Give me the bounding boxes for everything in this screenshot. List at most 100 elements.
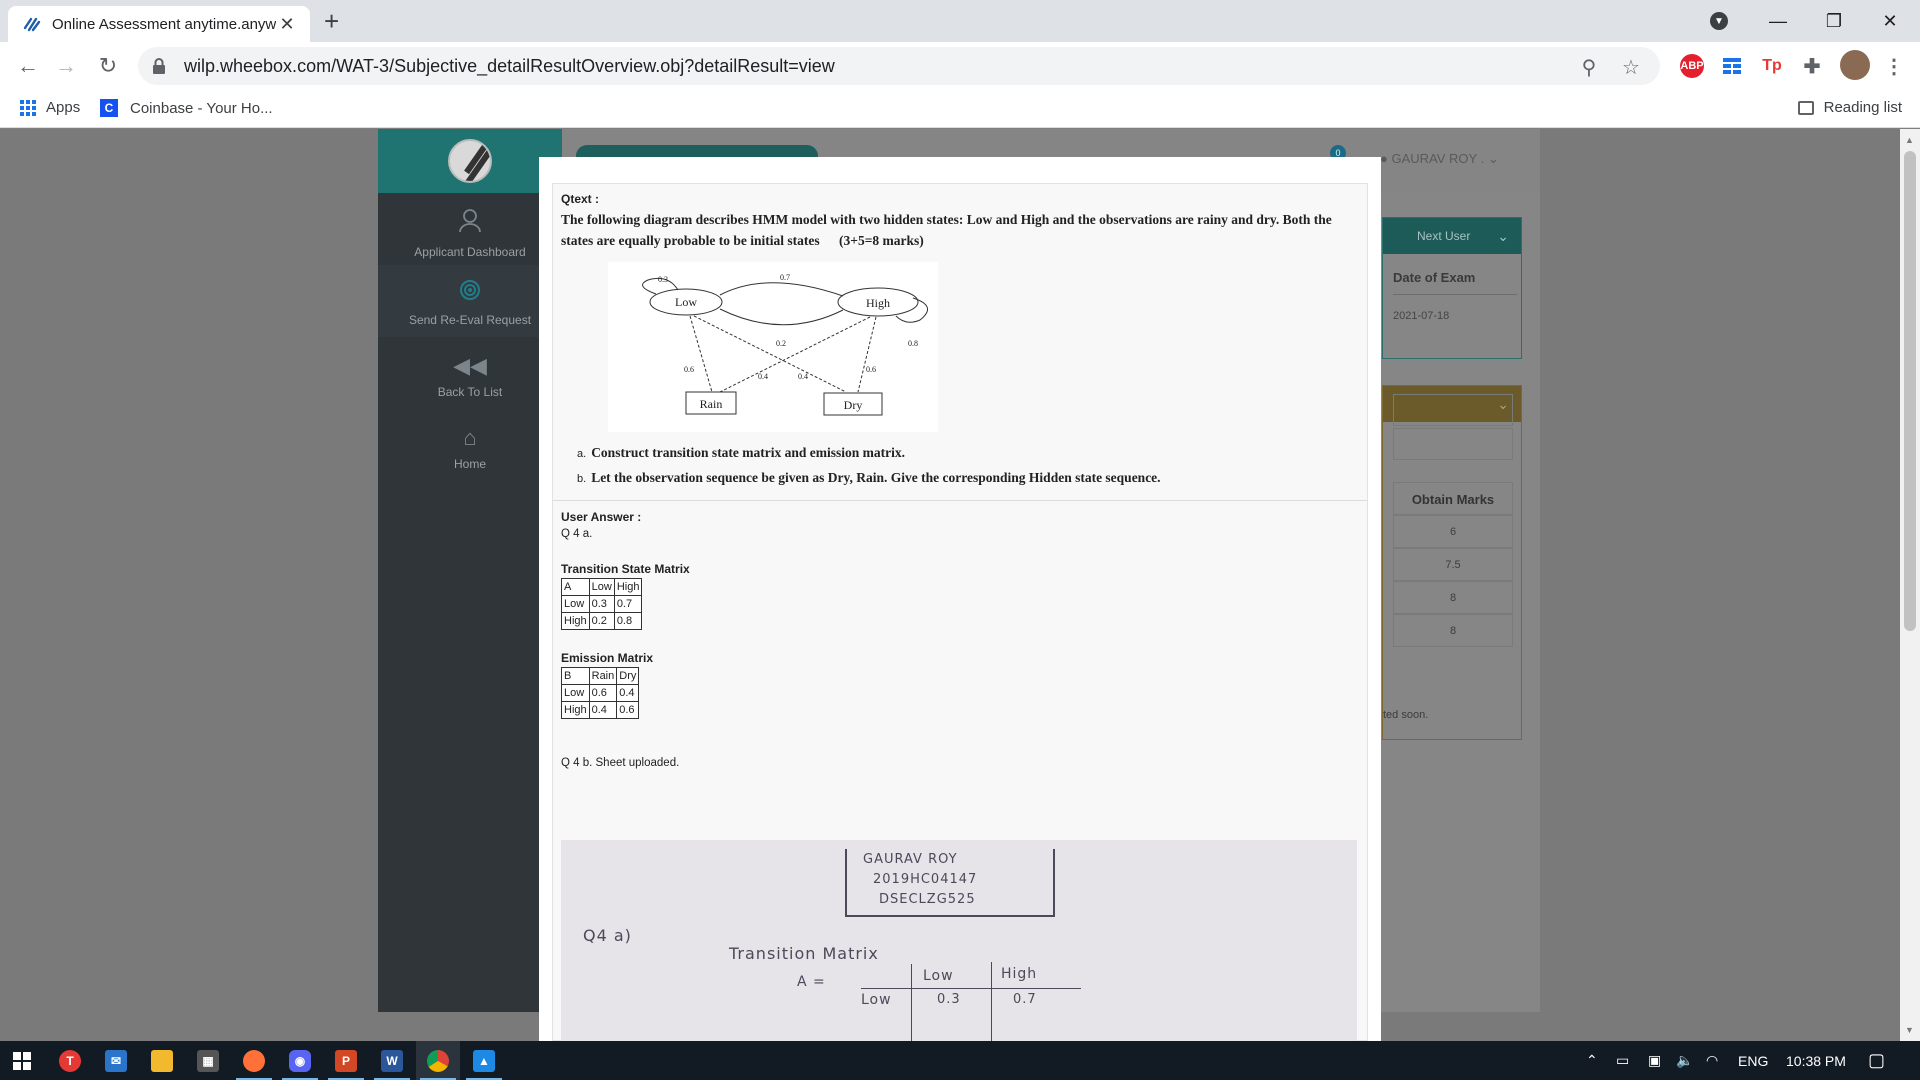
taskbar-app-t[interactable]: T [48,1041,92,1080]
sidebar-item-back[interactable]: ◀◀ Back To List [378,353,562,399]
handwritten-heading: Transition Matrix [729,944,879,963]
taskbar-calculator[interactable]: ▦ [186,1041,230,1080]
start-button[interactable] [0,1041,44,1080]
meet-now-icon[interactable]: ▣ [1648,1041,1661,1080]
restore-icon[interactable]: ❐ [1806,0,1862,42]
volume-icon[interactable]: 🔈 [1676,1041,1693,1080]
profile-avatar[interactable] [1840,50,1870,80]
status-note: ted soon. [1383,709,1429,721]
state-high-label: High [866,296,890,310]
extensions-puzzle-icon[interactable]: ✚ [1800,54,1824,78]
handwritten-value: 0.3 [937,992,961,1007]
forward-arrow-icon[interactable]: → [52,52,80,80]
powerpoint-icon: P [335,1049,357,1072]
new-tab-icon[interactable]: + [324,8,339,34]
question-body: The following diagram describes HMM mode… [561,212,1332,248]
table-cell: Low [561,595,590,613]
home-icon: ⌂ [463,425,477,450]
url-text: wilp.wheebox.com/WAT-3/Subjective_detail… [184,55,835,76]
table-row: High 0.4 0.6 [561,701,640,719]
bookmark-apps[interactable]: Apps [20,99,80,116]
handwritten-name: GAURAV ROY [863,852,958,867]
scroll-up-icon[interactable]: ▲ [1905,135,1914,145]
bookmark-coinbase[interactable]: C Coinbase - Your Ho... [100,99,273,117]
language-indicator[interactable]: ENG [1738,1041,1768,1080]
sidebar-item-dashboard[interactable]: Applicant Dashboard [378,207,562,259]
reload-icon[interactable]: ↻ [94,52,122,80]
target-icon [378,279,562,307]
handwritten-col-high: High [1001,966,1038,982]
bookmark-star-icon[interactable]: ☆ [1620,56,1642,79]
show-hidden-icons[interactable]: ⌃ [1586,1041,1598,1080]
marks-panel: ⌄ Obtain Marks 6 7.5 8 8 ted soon. [1382,385,1522,740]
page-scrollbar[interactable]: ▲ ▼ [1900,129,1920,1041]
browser-toolbar: ← → ↻ wilp.wheebox.com/WAT-3/Subjective_… [0,42,1920,90]
wifi-icon[interactable]: ◠ [1706,1041,1718,1080]
sub-question-b: b. Let the observation sequence be given … [577,470,1161,486]
clock[interactable]: 10:38 PM [1786,1041,1846,1080]
tab-close-icon[interactable]: ✕ [276,14,298,35]
transition-matrix-title: Transition State Matrix [561,562,690,576]
sub-question-text: Construct transition state matrix and em… [591,445,906,460]
notifications-icon[interactable]: ▢ [1868,1041,1885,1080]
table-cell: 0.6 [616,701,640,719]
table-row: Low 0.3 0.7 [561,595,643,613]
windows-taskbar: T ✉ ▦ ◉ P W ▲ ⌃ ▭ ▣ 🔈 ◠ ENG 10:38 PM ▢ [0,1041,1920,1080]
table-extension-icon[interactable] [1720,54,1744,78]
taskbar-word[interactable]: W [370,1041,414,1080]
sidebar-item-reeval[interactable]: Send Re-Eval Request [378,265,562,337]
rewind-icon: ◀◀ [453,353,487,378]
answer-part-b-label: Q 4 b. Sheet uploaded. [561,757,680,769]
sidebar-item-label: Applicant Dashboard [414,245,526,259]
emission-matrix-title: Emission Matrix [561,651,654,665]
taskbar-firefox[interactable] [232,1041,276,1080]
taskbar-photos[interactable]: ▲ [462,1041,506,1080]
taskbar-chrome[interactable] [416,1041,460,1080]
t-app-icon: T [59,1049,81,1072]
handwritten-course: DSECLZG525 [879,892,976,907]
marks-cell: 6 [1393,515,1513,548]
battery-icon[interactable]: ▭ [1616,1041,1629,1080]
user-menu[interactable]: ● GAURAV ROY . ⌄ [1380,151,1499,167]
taskbar-powerpoint[interactable]: P [324,1041,368,1080]
edge-label: 0.8 [908,339,918,348]
back-arrow-icon[interactable]: ← [14,52,42,80]
tp-extension-icon[interactable]: Tp [1760,54,1784,78]
adblock-extension-icon[interactable]: ABP [1680,54,1704,78]
table-cell: High [561,701,590,719]
edge-label: 0.6 [684,365,694,374]
taskbar-explorer[interactable] [140,1041,184,1080]
windows-logo-icon [13,1051,31,1070]
browser-menu-icon[interactable]: ⋮ [1882,54,1906,78]
handwritten-row-low: Low [861,992,892,1008]
chrome-icon [427,1049,449,1072]
table-cell: 0.4 [588,701,618,719]
firefox-icon [243,1049,265,1072]
minimize-icon[interactable]: — [1750,0,1806,42]
tab-search-icon[interactable]: ▼ [1710,12,1728,30]
close-window-icon[interactable]: ✕ [1862,0,1918,42]
table-row: A Low High [561,578,643,596]
hmm-diagram: Low High Rain Dry 0.3 0.7 0.2 0.8 0.6 0.… [608,262,938,432]
user-small-icon: ● [1380,151,1388,166]
empty-row [1393,394,1513,426]
taskbar-mail[interactable]: ✉ [94,1041,138,1080]
taskbar-discord[interactable]: ◉ [278,1041,322,1080]
browser-tab[interactable]: Online Assessment anytime.anyw ✕ [8,6,310,42]
table-row: B Rain Dry [561,667,640,685]
chevron-down-icon[interactable]: ⌄ [1497,218,1509,254]
table-cell: 0.3 [588,595,615,613]
sidebar-item-label: Back To List [437,385,503,399]
sidebar-item-home[interactable]: ⌂ Home [378,425,562,471]
address-bar[interactable]: wilp.wheebox.com/WAT-3/Subjective_detail… [138,47,1660,85]
scroll-thumb[interactable] [1904,151,1916,631]
next-user-button[interactable]: Next User [1417,229,1470,243]
sheet-line [911,964,912,1041]
reading-list-button[interactable]: Reading list [1797,99,1902,116]
marks-cell: 7.5 [1393,548,1513,581]
user-name: GAURAV ROY . [1391,151,1485,166]
table-cell: 0.8 [613,612,643,630]
scroll-down-icon[interactable]: ▼ [1905,1025,1914,1035]
zoom-icon[interactable]: ⚲ [1578,56,1600,79]
obtain-marks-header: Obtain Marks [1393,482,1513,515]
